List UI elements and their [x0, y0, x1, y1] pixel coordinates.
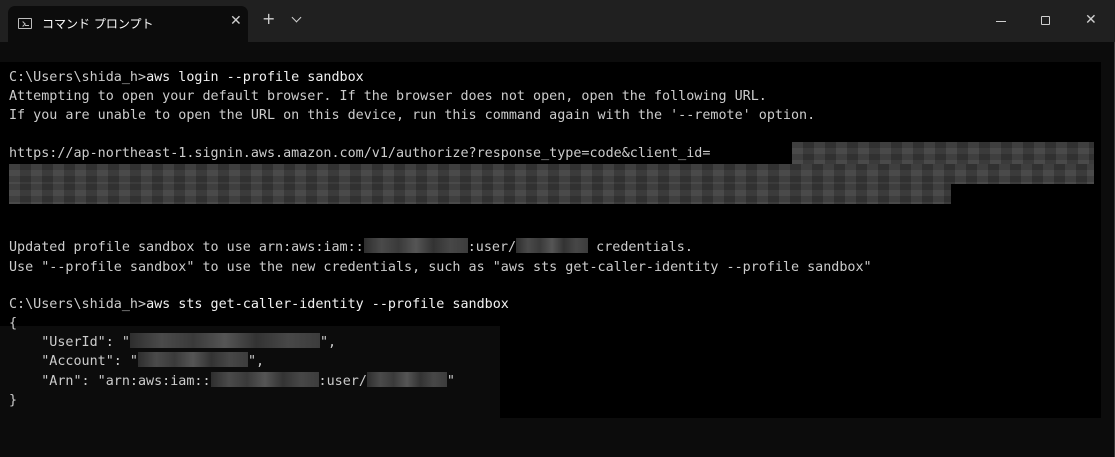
authorize-url: https://ap-northeast-1.signin.aws.amazon…	[9, 146, 711, 161]
userid-key: "UserId": "	[9, 335, 130, 350]
updated-prefix: Updated profile sandbox to use arn:aws:i…	[9, 240, 364, 255]
chevron-down-icon[interactable]	[291, 12, 302, 23]
terminal-output[interactable]: C:\Users\shida_h>aws login --profile san…	[0, 42, 1115, 457]
redacted-user-name	[516, 238, 589, 253]
redacted-url-line	[9, 164, 1094, 184]
account-end: ",	[248, 354, 265, 369]
redacted-url-tail	[792, 142, 1094, 164]
tab-title: コマンド プロンプト	[42, 17, 154, 31]
redacted-arn-account	[210, 372, 319, 387]
terminal-line-3: If you are unable to open the URL on thi…	[9, 108, 816, 123]
command-prompt-icon	[18, 18, 32, 29]
minimize-button[interactable]	[978, 0, 1024, 42]
json-account-line: "Account": " ",	[9, 352, 264, 371]
updated-suffix: credentials.	[588, 240, 693, 255]
prompt: C:\Users\shida_h>	[9, 70, 147, 85]
maximize-button[interactable]	[1023, 0, 1069, 42]
maximize-icon	[1041, 16, 1050, 25]
output-shade-bottom	[500, 326, 1101, 418]
minimize-icon	[996, 21, 1006, 22]
terminal-window: コマンド プロンプト ✕ + ✕ C:\Users\shida_h>aws lo…	[0, 0, 1115, 457]
arn-end: "	[446, 374, 455, 389]
json-arn-line: "Arn": "arn:aws:iam:::user/ "	[9, 372, 455, 391]
terminal-line-url: https://ap-northeast-1.signin.aws.amazon…	[9, 144, 710, 163]
account-key: "Account": "	[9, 354, 138, 369]
close-button[interactable]: ✕	[1068, 0, 1114, 42]
arn-mid: :user/	[318, 374, 367, 389]
redacted-url-line	[9, 184, 951, 204]
command-get-caller-identity: aws sts get-caller-identity --profile sa…	[146, 297, 509, 312]
json-open-brace: {	[9, 316, 18, 331]
arn-key: "Arn": "arn:aws:iam::	[9, 374, 211, 389]
terminal-line-updated: Updated profile sandbox to use arn:aws:i…	[9, 238, 693, 257]
tab-command-prompt[interactable]: コマンド プロンプト ✕	[8, 6, 248, 42]
tab-close-icon[interactable]: ✕	[230, 13, 242, 29]
redacted-account-id	[363, 238, 468, 253]
redacted-userid	[129, 333, 320, 348]
json-close-brace: }	[9, 393, 18, 408]
close-icon: ✕	[1085, 12, 1097, 28]
prompt: C:\Users\shida_h>	[9, 297, 147, 312]
command-aws-login: aws login --profile sandbox	[146, 70, 364, 85]
new-tab-plus-icon[interactable]: +	[262, 11, 275, 27]
updated-mid: :user/	[467, 240, 517, 255]
terminal-line-cmd2: C:\Users\shida_h>aws sts get-caller-iden…	[9, 295, 509, 314]
json-userid-line: "UserId": " ",	[9, 333, 336, 352]
terminal-line-use: Use "--profile sandbox" to use the new c…	[9, 260, 872, 275]
redacted-account	[138, 352, 248, 367]
terminal-line-2: Attempting to open your default browser.…	[9, 89, 767, 104]
userid-end: ",	[319, 335, 337, 350]
terminal-line-1: C:\Users\shida_h>aws login --profile san…	[9, 68, 364, 87]
title-bar: コマンド プロンプト ✕ + ✕	[0, 0, 1115, 42]
redacted-arn-user	[366, 372, 447, 387]
